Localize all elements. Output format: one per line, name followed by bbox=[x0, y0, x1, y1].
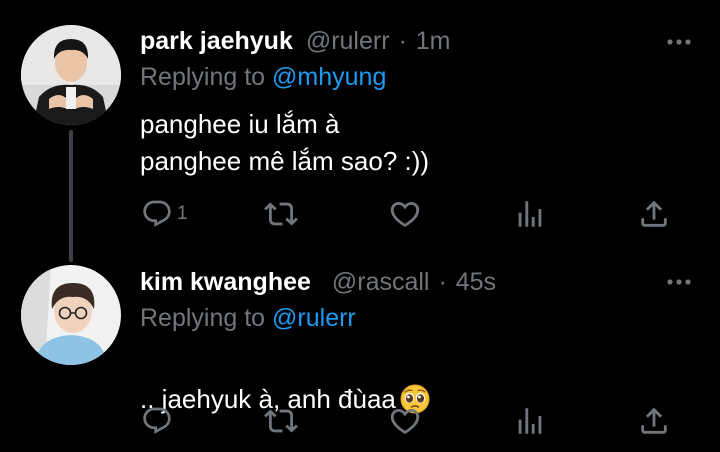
timestamp[interactable]: 45s bbox=[456, 268, 496, 296]
replying-to-line: Replying to @mhyung bbox=[140, 62, 386, 92]
replying-to-label: Replying to bbox=[140, 63, 273, 91]
more-icon[interactable] bbox=[664, 32, 694, 52]
share-button[interactable] bbox=[637, 404, 671, 438]
username-handle[interactable]: @rascall bbox=[332, 268, 430, 296]
separator-dot: · bbox=[398, 27, 407, 55]
tweet-header: kim kwanghee @rascall · 45s bbox=[140, 267, 496, 297]
more-icon[interactable] bbox=[664, 272, 694, 292]
display-name[interactable]: kim kwanghee bbox=[140, 268, 311, 296]
replying-to-label: Replying to bbox=[140, 304, 273, 332]
reply-icon bbox=[143, 407, 171, 434]
separator-dot: · bbox=[438, 268, 447, 296]
reply-icon bbox=[143, 200, 171, 227]
retweet-icon bbox=[264, 409, 298, 433]
share-button[interactable] bbox=[637, 197, 671, 231]
replying-to-mention[interactable]: @mhyung bbox=[272, 63, 386, 91]
tweet-text: panghee iu lắm à panghee mê lắm sao? :)) bbox=[140, 109, 430, 176]
like-button[interactable] bbox=[388, 197, 422, 231]
like-icon bbox=[390, 408, 420, 434]
reply-button[interactable]: 1 bbox=[141, 197, 188, 231]
replying-to-mention[interactable]: @rulerr bbox=[272, 304, 356, 332]
analytics-button[interactable] bbox=[513, 197, 547, 231]
analytics-icon bbox=[518, 201, 542, 227]
retweet-button[interactable] bbox=[264, 404, 298, 438]
username-handle[interactable]: @rulerr bbox=[306, 27, 390, 55]
tweet-header: park jaehyuk @rulerr · 1m bbox=[140, 26, 451, 56]
display-name[interactable]: park jaehyuk bbox=[140, 27, 293, 55]
share-icon bbox=[641, 407, 667, 434]
timestamp[interactable]: 1m bbox=[416, 27, 451, 55]
analytics-icon bbox=[518, 408, 542, 434]
avatar[interactable] bbox=[21, 25, 121, 125]
replying-to-line: Replying to @rulerr bbox=[140, 303, 356, 333]
analytics-button[interactable] bbox=[513, 404, 547, 438]
retweet-button[interactable] bbox=[264, 197, 298, 231]
like-icon bbox=[390, 201, 420, 227]
share-icon bbox=[641, 200, 667, 227]
avatar[interactable] bbox=[21, 265, 121, 365]
reply-count: 1 bbox=[177, 203, 188, 224]
thread-connector-line bbox=[69, 130, 73, 262]
like-button[interactable] bbox=[388, 404, 422, 438]
retweet-icon bbox=[264, 202, 298, 226]
reply-button[interactable] bbox=[141, 404, 177, 438]
